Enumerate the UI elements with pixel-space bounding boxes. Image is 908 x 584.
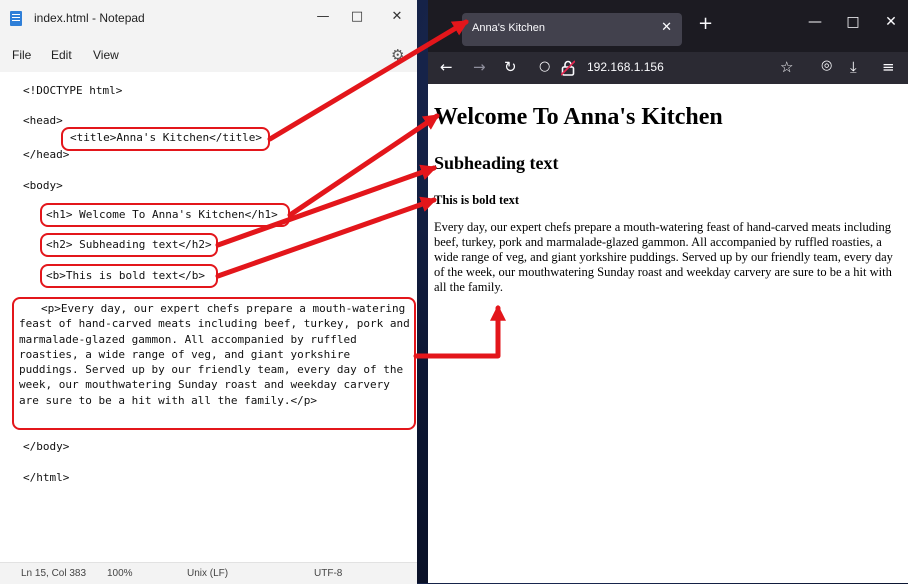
status-line-ending: Unix (LF) <box>187 568 229 579</box>
page-bold-text: This is bold text <box>434 193 520 207</box>
browser-navbar: ← → ↻ ○ 192.168.1.156 ☆ ◎ ⤓ ≡ <box>428 52 908 84</box>
code-title-line: <title>Anna's Kitchen</title> <box>70 131 263 144</box>
page-heading-h2: Subheading text <box>434 153 559 173</box>
notepad-title: index.html - Notepad <box>34 11 145 25</box>
close-icon[interactable]: ✕ <box>387 9 407 24</box>
maximize-icon[interactable]: □ <box>347 9 367 24</box>
forward-icon[interactable]: → <box>473 58 486 76</box>
notepad-window: index.html - Notepad — □ ✕ File Edit Vie… <box>0 0 417 584</box>
insecure-lock-icon[interactable] <box>561 60 575 76</box>
notepad-menubar: File Edit View ⚙ <box>0 38 417 72</box>
new-tab-icon[interactable]: + <box>698 13 713 34</box>
browser-maximize-icon[interactable]: □ <box>842 14 864 30</box>
code-html-close: </html> <box>23 471 70 484</box>
status-zoom: 100% <box>107 568 133 579</box>
status-position: Ln 15, Col 383 <box>21 568 87 579</box>
code-head-close: </head> <box>23 148 70 161</box>
code-b-line: <b>This is bold text</b> <box>46 269 205 282</box>
code-head-open: <head> <box>23 114 63 127</box>
status-encoding: UTF-8 <box>314 568 343 579</box>
notepad-editor[interactable]: <!DOCTYPE html> <head> <title>Anna's Kit… <box>0 72 417 562</box>
code-body-open: <body> <box>23 179 63 192</box>
tab-title: Anna's Kitchen <box>472 22 546 34</box>
browser-tab[interactable]: Anna's Kitchen ✕ <box>462 13 682 46</box>
downloads-icon[interactable]: ⤓ <box>850 58 857 76</box>
page-heading-h1: Welcome To Anna's Kitchen <box>434 104 723 130</box>
tab-close-icon[interactable]: ✕ <box>661 20 672 35</box>
browser-tabbar: Anna's Kitchen ✕ + — □ ✕ <box>428 0 908 52</box>
menu-hamburger-icon[interactable]: ≡ <box>882 58 895 76</box>
code-h1-line: <h1> Welcome To Anna's Kitchen</h1> <box>46 208 278 221</box>
code-body-close: </body> <box>23 440 70 453</box>
minimize-icon[interactable]: — <box>313 9 333 24</box>
shield-icon[interactable]: ○ <box>539 59 550 74</box>
page-paragraph: Every day, our expert chefs prepare a mo… <box>434 220 893 294</box>
page-content: Welcome To Anna's Kitchen Subheading tex… <box>428 84 908 583</box>
code-doctype: <!DOCTYPE html> <box>23 84 123 97</box>
bookmark-star-icon[interactable]: ☆ <box>780 58 793 76</box>
notepad-titlebar[interactable]: index.html - Notepad — □ ✕ <box>0 0 417 38</box>
code-paragraph: <p>Every day, our expert chefs prepare a… <box>19 302 410 407</box>
pocket-icon[interactable]: ◎ <box>821 58 832 73</box>
browser-close-icon[interactable]: ✕ <box>880 14 902 30</box>
menu-view[interactable]: View <box>93 48 119 62</box>
reload-icon[interactable]: ↻ <box>504 58 517 76</box>
url-text: 192.168.1.156 <box>587 60 664 74</box>
menu-edit[interactable]: Edit <box>51 48 72 62</box>
browser-window: Anna's Kitchen ✕ + — □ ✕ ← → ↻ ○ 192.168… <box>428 0 908 583</box>
notepad-statusbar: Ln 15, Col 383 100% Unix (LF) UTF-8 <box>0 562 417 584</box>
address-bar[interactable]: ○ 192.168.1.156 <box>531 55 781 81</box>
menu-file[interactable]: File <box>12 48 31 62</box>
back-icon[interactable]: ← <box>440 58 453 76</box>
settings-gear-icon[interactable]: ⚙ <box>391 46 404 64</box>
browser-minimize-icon[interactable]: — <box>804 14 826 30</box>
notepad-app-icon <box>10 11 22 26</box>
code-h2-line: <h2> Subheading text</h2> <box>46 238 212 251</box>
